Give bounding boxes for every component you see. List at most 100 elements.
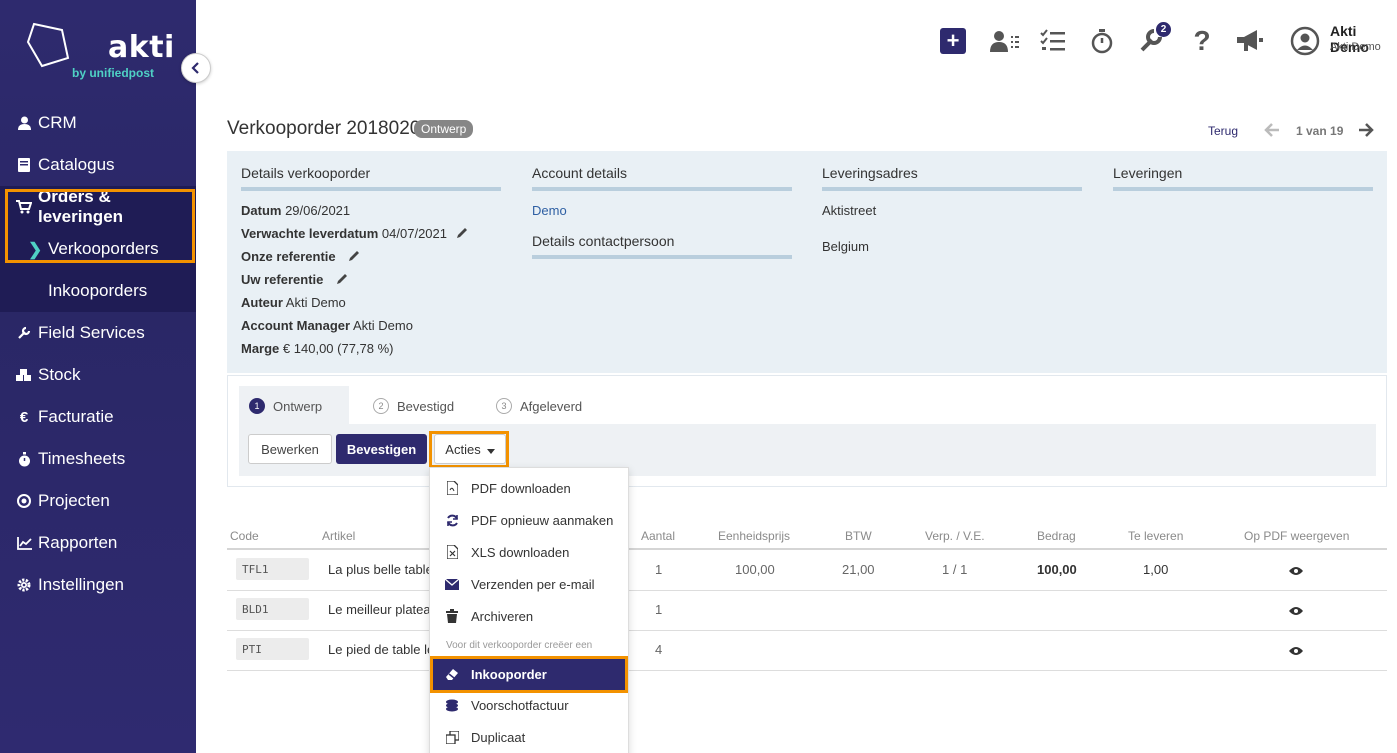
akti-logo[interactable]: akti by unifiedpost — [26, 20, 176, 80]
eye-icon[interactable] — [1289, 563, 1303, 581]
tasks-icon[interactable] — [1038, 26, 1068, 56]
field-label: Datum — [241, 203, 282, 218]
sidebar-item-rapporten[interactable]: Rapporten — [0, 522, 196, 564]
workflow-card: 1 Ontwerp 2 Bevestigd 3 Afgeleverd Bewer… — [227, 375, 1387, 487]
sidebar-subitem-verkooporders[interactable]: ❯ Verkooporders — [0, 228, 196, 270]
menu-item-pdf-download[interactable]: PDF downloaden — [430, 472, 628, 504]
collapse-sidebar-button[interactable] — [181, 53, 211, 83]
address-line-1: Aktistreet — [822, 203, 877, 218]
copy-icon — [445, 730, 459, 744]
dropdown-section-header: Voor dit verkooporder creëer een — [446, 640, 593, 651]
row-divider — [227, 630, 1387, 631]
next-arrow-icon[interactable] — [1358, 122, 1374, 143]
field-our-reference: Onze referentie — [241, 249, 501, 264]
eye-icon[interactable] — [1289, 643, 1303, 661]
cell-article: Le meilleur platea — [328, 602, 431, 617]
coins-icon — [445, 698, 459, 712]
sidebar-item-field-services[interactable]: Field Services — [0, 312, 196, 354]
code-tag: BLD1 — [236, 598, 309, 620]
back-link[interactable]: Terug — [1208, 124, 1238, 138]
help-icon[interactable]: ? — [1187, 25, 1217, 56]
sidebar-item-label: Instellingen — [38, 575, 125, 594]
sidebar-item-facturatie[interactable]: € Facturatie — [0, 396, 196, 438]
menu-item-label: Inkooporder — [471, 666, 547, 682]
field-label: Marge — [241, 341, 280, 356]
step-label: Ontwerp — [273, 398, 323, 414]
step-label: Bevestigd — [397, 398, 455, 414]
code-tag: PTI — [236, 638, 309, 660]
code-tag: TFL1 — [236, 558, 309, 580]
edit-pencil-icon[interactable] — [335, 272, 349, 289]
menu-item-create-purchase-order[interactable]: Inkooporder — [430, 658, 628, 690]
sidebar-item-orders[interactable]: Orders & leveringen — [0, 186, 196, 228]
step-number: 2 — [373, 398, 389, 414]
step-ontwerp[interactable]: 1 Ontwerp — [249, 398, 322, 414]
notification-badge: 2 — [1156, 22, 1171, 37]
menu-item-create-advance-invoice[interactable]: Voorschotfactuur — [430, 689, 628, 721]
sidebar-item-instellingen[interactable]: Instellingen — [0, 564, 196, 606]
menu-item-xls-download[interactable]: XLS downloaden — [430, 536, 628, 568]
sidebar-item-projecten[interactable]: Projecten — [0, 480, 196, 522]
user-avatar-icon[interactable] — [1290, 26, 1320, 56]
user-company: Akti Demo — [1330, 41, 1381, 53]
gear-icon — [16, 577, 32, 593]
cell-pack: 1 / 1 — [942, 562, 968, 577]
edit-pencil-icon[interactable] — [347, 249, 361, 266]
edit-pencil-icon[interactable] — [455, 226, 469, 243]
previous-arrow-icon[interactable] — [1264, 122, 1280, 143]
step-afgeleverd[interactable]: 3 Afgeleverd — [496, 398, 582, 414]
cubes-icon — [16, 367, 32, 383]
cell-qty: 1 — [655, 602, 663, 617]
field-value: Akti Demo — [285, 295, 346, 310]
menu-item-create-duplicate[interactable]: Duplicaat — [430, 721, 628, 753]
eraser-icon — [445, 667, 459, 681]
cell-qty: 1 — [655, 562, 663, 577]
confirm-button[interactable]: Bevestigen — [336, 434, 427, 464]
action-bar: Bewerken Bevestigen Acties — [239, 424, 1376, 476]
sidebar-item-timesheets[interactable]: Timesheets — [0, 438, 196, 480]
field-expected-delivery: Verwachte leverdatum 04/07/2021 — [241, 226, 501, 241]
cell-article: La plus belle table — [328, 562, 433, 577]
add-button[interactable]: + — [940, 28, 966, 54]
menu-item-label: Verzenden per e-mail — [471, 576, 595, 592]
edit-button[interactable]: Bewerken — [248, 434, 332, 464]
menu-item-send-email[interactable]: Verzenden per e-mail — [430, 568, 628, 600]
sidebar-item-catalogus[interactable]: Catalogus — [0, 144, 196, 186]
menu-item-label: PDF opnieuw aanmaken — [471, 512, 614, 528]
sidebar-subitem-inkooporders[interactable]: Inkooporders — [0, 270, 196, 312]
sidebar-subitem-label: Verkooporders — [48, 239, 159, 258]
trash-icon — [445, 609, 459, 623]
menu-item-label: PDF downloaden — [471, 480, 571, 496]
stopwatch-icon[interactable] — [1087, 26, 1117, 56]
row-divider — [227, 590, 1387, 591]
target-icon — [16, 493, 32, 509]
step-number: 1 — [249, 398, 265, 414]
brand-name: akti — [108, 30, 175, 65]
field-author: Auteur Akti Demo — [241, 295, 501, 310]
col-header-qty: Aantal — [641, 529, 676, 543]
step-bevestigd[interactable]: 2 Bevestigd — [373, 398, 454, 414]
contacts-list-icon[interactable] — [990, 26, 1020, 56]
announcements-icon[interactable] — [1235, 26, 1265, 56]
menu-item-label: Duplicaat — [471, 729, 526, 745]
account-link[interactable]: Demo — [532, 203, 792, 218]
actions-dropdown-button[interactable]: Acties — [434, 434, 506, 464]
sidebar-item-crm[interactable]: CRM — [0, 102, 196, 144]
step-label: Afgeleverd — [520, 398, 583, 414]
col-header-unit-price: Eenheidsprijs — [718, 529, 791, 543]
col-header-pack: Verp. / V.E. — [925, 529, 985, 543]
contact-details-title: Details contactpersoon — [532, 233, 792, 259]
field-margin: Marge € 140,00 (77,78 %) — [241, 341, 501, 356]
cell-vat: 21,00 — [842, 562, 875, 577]
brand-subtitle: by unifiedpost — [72, 66, 154, 80]
field-value: 29/06/2021 — [285, 203, 351, 218]
wrench-icon — [16, 325, 32, 341]
order-details-panel: Details verkooporder Datum 29/06/2021 Ve… — [227, 151, 1387, 373]
sidebar-nav: CRM Catalogus Orders & leveringen ❯ Verk… — [0, 102, 196, 606]
sidebar-item-label: Rapporten — [38, 533, 118, 552]
sidebar-item-stock[interactable]: Stock — [0, 354, 196, 396]
menu-item-archive[interactable]: Archiveren — [430, 600, 628, 632]
field-value: 04/07/2021 — [381, 226, 447, 241]
menu-item-pdf-regenerate[interactable]: PDF opnieuw aanmaken — [430, 504, 628, 536]
eye-icon[interactable] — [1289, 603, 1303, 621]
